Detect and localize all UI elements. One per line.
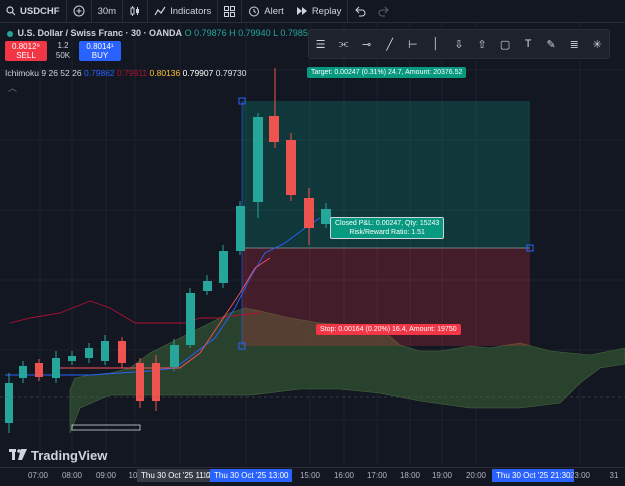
symbol-search-button[interactable]: USDCHF [0,0,66,22]
arrow-down-icon[interactable]: ⇩ [448,38,470,51]
price-chart[interactable] [0,23,625,465]
time-tick: 07:00 [27,471,49,480]
undo-icon [354,5,366,17]
time-tick: 20:00 [465,471,487,480]
ichimoku-value-5: 0.79730 [215,68,247,78]
horizontal-line-icon[interactable]: ⊢ [402,38,424,51]
interval-label: 30m [97,5,117,17]
closed-pnl-label[interactable]: Closed P&L: 0.00247, Qty: 15243 Risk/Rew… [330,217,445,239]
time-axis[interactable]: 07:00 08:00 09:00 10 Thu 30 Oct '25 11:0… [0,467,625,486]
indicators-button[interactable]: Indicators [147,0,217,22]
time-tick: 08:00 [61,471,83,480]
fib-icon[interactable]: ≣ [563,38,585,51]
time-tick: 16:00 [333,471,355,480]
time-tick: 31 [609,471,619,480]
replay-button[interactable]: Replay [290,0,348,22]
chart-type-button[interactable] [122,0,147,22]
collapse-legend-icon[interactable]: ︿ [8,81,18,93]
tv-logo-icon [9,448,27,463]
time-highlight-position: Thu 30 Oct '25 13:00 [210,469,293,482]
horizontal-ray-icon[interactable]: ⊸ [356,38,378,51]
redo-icon [378,5,390,17]
compare-symbol-button[interactable] [65,0,91,22]
top-toolbar: USDCHF 30m Indicators Alert Replay [0,0,625,23]
alarm-clock-icon [248,5,260,17]
target-label[interactable]: Target: 0.00247 (0.31%) 24.7, Amount: 20… [307,67,467,78]
vertical-line-icon[interactable]: │ [425,38,447,50]
rectangle-icon[interactable]: ▢ [494,38,516,51]
interval-button[interactable]: 30m [90,0,122,22]
time-tick: 17:00 [366,471,388,480]
grid-icon [224,5,236,17]
alert-label: Alert [264,5,284,17]
trade-widget: 0.8012⁹ SELL 1.2 50K 0.8014¹ BUY [5,41,121,61]
logo-text: TradingView [31,448,108,463]
drawing-toolbar: ☰ ⫘ ⊸ ╱ ⊢ │ ⇩ ⇧ ▢ T ✎ ≣ ✳ [308,29,610,59]
brush-icon[interactable]: ✎ [540,38,562,51]
symbol-label: USDCHF [20,5,60,17]
undo-button[interactable] [347,0,372,22]
ichimoku-value-1: 0.79862 [83,68,115,78]
time-tick: 18:00 [399,471,421,480]
spread-value: 1.2 [57,41,69,50]
qty-value: 50K [55,51,71,60]
parallel-channel-icon[interactable]: ⫘ [333,38,355,51]
trend-line-icon[interactable]: ╱ [379,38,401,51]
sell-label: SELL [16,51,36,60]
chart-pane[interactable] [0,23,625,465]
replay-label: Replay [311,5,342,17]
tradingview-logo[interactable]: TradingView [9,448,107,463]
ichimoku-legend[interactable]: Ichimoku 9 26 52 26 0.79862 0.79911 0.80… [5,68,246,78]
spread-qty[interactable]: 1.2 50K [51,41,75,61]
ichimoku-value-2: 0.79911 [117,68,148,78]
ichimoku-value-4: 0.79907 [182,68,214,78]
sell-price: 0.8012⁹ [12,42,40,51]
replay-icon [296,5,308,17]
indicators-label: Indicators [170,5,212,17]
risk-reward-line: Risk/Reward Ratio: 1.51 [349,229,425,236]
indicators-icon [154,5,166,17]
time-highlight-end: Thu 30 Oct '25 21:30 [492,469,575,482]
time-tick: 09:00 [95,471,117,480]
redo-button[interactable] [372,0,396,22]
sell-button[interactable]: 0.8012⁹ SELL [5,41,47,61]
pattern-icon[interactable]: ✳ [586,38,608,51]
text-icon[interactable]: T [517,38,539,50]
ichimoku-value-3: 0.80136 [149,68,181,78]
ichimoku-name: Ichimoku 9 26 52 26 [5,68,82,78]
stop-label[interactable]: Stop: 0.00164 (0.20%) 16.4, Amount: 1975… [316,324,461,335]
candles-icon [129,5,141,17]
legend-title: U.S. Dollar / Swiss Franc · 30 · OANDA [17,28,183,38]
time-tick: 23:00 [569,471,591,480]
buy-button[interactable]: 0.8014¹ BUY [79,41,121,61]
buy-label: BUY [91,51,109,60]
time-tick: 15:00 [299,471,321,480]
layouts-button[interactable] [217,0,241,22]
time-tick: 19:00 [431,471,453,480]
closed-pnl-line: Closed P&L: 0.00247, Qty: 15243 [335,220,440,227]
plus-circle-icon [73,5,85,17]
buy-price: 0.8014¹ [86,42,114,51]
market-status-icon [7,30,13,37]
search-icon [6,6,16,16]
arrow-up-icon[interactable]: ⇧ [471,38,493,51]
pitchfork-icon[interactable]: ☰ [310,38,332,51]
alert-button[interactable]: Alert [241,0,290,22]
